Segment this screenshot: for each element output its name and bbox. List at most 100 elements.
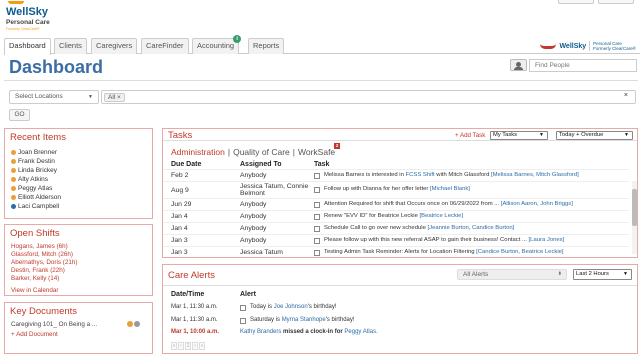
open-shift-link[interactable]: Hogans, James (6h) [11,243,68,250]
tab-administration[interactable]: Administration [171,147,225,157]
all-chip[interactable]: All × [104,93,125,102]
recent-item[interactable]: Alty Atkins [11,176,48,183]
task-people-link[interactable]: [Laura Jones] [529,237,565,243]
alert-message: Kathy Branders missed a clock-in for Peg… [240,329,378,335]
recent-item-label: Laci Campbell [18,203,60,210]
title-divider [4,80,638,81]
task-people-link[interactable]: [Candice Burton, Beatrice Leckie] [476,249,563,255]
page-title: Dashboard [9,57,104,77]
alert-person-link[interactable]: Kathy Branders [240,329,281,335]
col-assigned-to: Assigned To [240,161,282,168]
recent-item-label: Elliott Alderson [18,194,61,201]
task-due: Jan 4 [171,225,188,232]
recent-item[interactable]: Frank Destin [11,158,55,165]
tab-clients[interactable]: Clients [54,38,87,54]
document-link[interactable]: Caregiving 101_ On Being a ... [11,321,97,328]
group-icon [11,203,16,209]
recent-item[interactable]: Elliott Alderson [11,194,61,201]
pager-last-button[interactable]: » [199,342,205,350]
task-checkbox[interactable] [314,173,320,179]
wellsky-right-logo: WellSky Personal Care Formerly ClearCare… [540,38,636,54]
task-checkbox[interactable] [314,214,320,220]
open-shift-link[interactable]: Glassford, Mitch (26h) [11,251,73,258]
location-chip-box[interactable]: All × × [101,90,636,104]
alert-text-suffix: 's birthday! [307,304,337,310]
add-task-link[interactable]: + Add Task [455,132,485,139]
task-people-link[interactable]: [Melissa Barnes, Mitch Glassford] [491,172,579,178]
recent-item[interactable]: Joan Brenner [11,149,57,156]
right-logo-product: Personal Care Formerly ClearCare® [589,41,636,51]
tab-caregivers[interactable]: Caregivers [91,38,138,54]
task-checkbox[interactable] [314,250,320,256]
task-shift-link[interactable]: FCSS Shift [406,172,435,178]
edit-icon[interactable] [127,321,133,327]
task-checkbox[interactable] [314,202,320,208]
recent-item[interactable]: Linda Brickey [11,167,57,174]
alert-window-select[interactable]: Last 2 Hours ▼ [573,269,632,280]
tab-carefinder[interactable]: CareFinder [141,38,189,54]
open-shifts-panel: Open Shifts Hogans, James (6h) Glassford… [4,224,153,296]
wellsky-wing-icon [540,44,557,49]
pager-prev-button[interactable]: ‹ [178,342,184,350]
task-date-select[interactable]: Today + Overdue ▼ [556,131,633,140]
pager-page-button[interactable]: 1 [185,342,191,350]
logo-name: WellSky [6,6,48,18]
open-shift-link[interactable]: Barker, Kelly (14) [11,275,59,282]
task-checkbox[interactable] [314,187,320,193]
find-people-input[interactable] [529,59,637,72]
tasks-scrollbar[interactable] [632,181,637,254]
task-people-link[interactable]: [Jeannie Burton, Candice Burton] [427,225,514,231]
open-shift-link[interactable]: Destin, Frank (22h) [11,267,65,274]
task-due: Jan 3 [171,237,188,244]
alert-checkbox[interactable] [240,318,246,324]
tab-dashboard[interactable]: Dashboard [4,38,51,55]
tab-accounting[interactable]: Accounting i [192,35,242,54]
task-description: Melissa Barnes is interested in FCSS Shi… [324,172,579,178]
alert-person-link[interactable]: Myrna Stanhope [282,317,326,323]
task-people-link[interactable]: [Allison Aaron, John Briggs] [501,201,573,207]
tab-quality-of-care[interactable]: Quality of Care [233,147,290,157]
alert-client-link[interactable]: Peggy Atlas. [344,329,377,335]
clear-icon[interactable]: × [624,92,628,99]
task-text: Follow up with Dianna for her offer lett… [324,186,430,192]
task-owner-select[interactable]: My Tasks ▼ [490,131,548,140]
task-people-link[interactable]: [Michael Blank] [430,186,470,192]
alert-type-select[interactable]: All Alerts ⬍ [457,269,567,280]
alert-checkbox[interactable] [240,305,246,311]
task-people-link[interactable]: [Beatrice Leckie] [420,213,464,219]
task-row: Aug 9 Jessica Tatum, Connie Belmont Foll… [163,181,629,198]
recent-item[interactable]: Peggy Atlas [11,185,52,192]
task-assigned: Anybody [240,213,267,220]
person-icon [11,149,16,155]
top-utility-button-2[interactable] [598,0,634,4]
location-select[interactable]: Select Locations ▼ [9,90,99,104]
tab-worksafe[interactable]: WorkSafe 2 [298,143,341,157]
top-utility-button-1[interactable] [558,0,594,4]
care-alerts-title: Care Alerts [168,270,215,281]
pager-next-button[interactable]: › [192,342,198,350]
open-shift-link[interactable]: Abernathys, Doris (21h) [11,259,78,266]
logo-product: Personal Care [6,19,50,26]
task-due: Jun 29 [171,201,192,208]
recent-item[interactable]: Laci Campbell [11,203,59,210]
task-checkbox[interactable] [314,238,320,244]
logo-formerly: Formerly ClearCare® [6,27,40,31]
task-checkbox[interactable] [314,226,320,232]
task-description: Schedule Call to go over new schedule [J… [324,225,514,231]
task-row: Jan 4 Anybody Schedule Call to go over n… [163,222,629,234]
pager-first-button[interactable]: « [171,342,177,350]
task-due: Aug 9 [171,187,189,194]
col-due-date: Due Date [171,161,202,168]
right-logo-name: WellSky [559,42,587,50]
view-calendar-link[interactable]: View in Calendar [11,287,59,294]
scrollbar-thumb[interactable] [632,189,637,226]
alerts-pager: « ‹ 1 › » [171,342,205,350]
tab-reports[interactable]: Reports [248,38,285,54]
add-document-link[interactable]: + Add Document [11,331,58,338]
people-icon[interactable] [510,59,527,71]
alert-person-link[interactable]: Joe Johnson [274,304,308,310]
right-logo-formerly: Formerly ClearCare® [593,46,636,51]
go-button[interactable]: GO [9,109,30,121]
remove-icon[interactable] [134,321,140,327]
person-icon [11,176,16,182]
